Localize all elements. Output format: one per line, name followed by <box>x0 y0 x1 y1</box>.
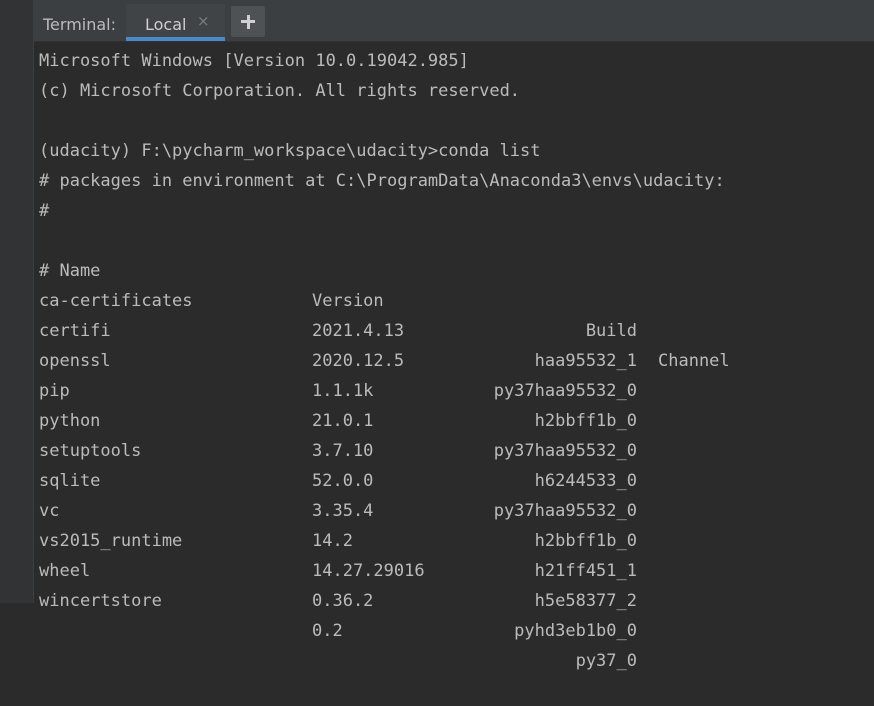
terminal-title: Terminal: <box>43 15 117 34</box>
package-row: python 3.7.10 h6244533_0 <box>34 376 874 491</box>
terminal-line: Microsoft Windows [Version 10.0.19042.98… <box>39 51 469 71</box>
tab-local[interactable]: Local × <box>126 4 225 41</box>
package-build: py37_0 <box>575 651 637 671</box>
package-row: vs2015_runtime 14.27.29016 h5e58377_2 <box>34 496 874 611</box>
package-row: sqlite 3.35.4 h2bbff1b_0 <box>34 436 874 551</box>
terminal-command-line: (udacity) F:\pycharm_workspace\udacity>c… <box>39 141 541 161</box>
terminal-line: # <box>39 201 50 221</box>
terminal-output[interactable]: Microsoft Windows [Version 10.0.19042.98… <box>34 42 874 671</box>
package-name: wincertstore <box>39 591 162 611</box>
package-version: 0.36.2 <box>312 591 374 611</box>
close-icon[interactable]: × <box>197 12 210 30</box>
terminal-line: (c) Microsoft Corporation. All rights re… <box>39 81 521 101</box>
package-row: setuptools 52.0.0 py37haa95532_0 <box>34 406 874 521</box>
package-row: openssl 1.1.1k h2bbff1b_0 <box>34 316 874 431</box>
new-tab-button[interactable] <box>231 6 265 37</box>
package-row: ca-certificates 2021.4.13 haa95532_1 <box>34 256 874 371</box>
terminal-tab-bar: Terminal: Local × <box>34 0 874 42</box>
terminal-tool-window: Terminal: Local × Microsoft Windows [Ver… <box>0 0 874 671</box>
package-row: vc 14.2 h21ff451_1 <box>34 466 874 581</box>
active-tab-indicator <box>126 37 225 41</box>
left-tool-strip <box>0 0 33 603</box>
package-build: h5e58377_2 <box>534 591 637 611</box>
package-table-header: # Name Version Build Channel <box>34 226 874 371</box>
tab-local-label: Local <box>145 15 187 34</box>
package-row: pip 21.0.1 py37haa95532_0 <box>34 346 874 461</box>
package-version: 0.2 <box>312 621 343 641</box>
terminal-line: # packages in environment at C:\ProgramD… <box>39 171 725 191</box>
package-row: wheel 0.36.2 pyhd3eb1b0_0 <box>34 526 874 641</box>
package-row: certifi 2020.12.5 py37haa95532_0 <box>34 286 874 401</box>
package-row: wincertstore 0.2 py37_0 <box>34 556 874 671</box>
package-build: pyhd3eb1b0_0 <box>514 621 637 641</box>
plus-icon <box>231 6 265 37</box>
